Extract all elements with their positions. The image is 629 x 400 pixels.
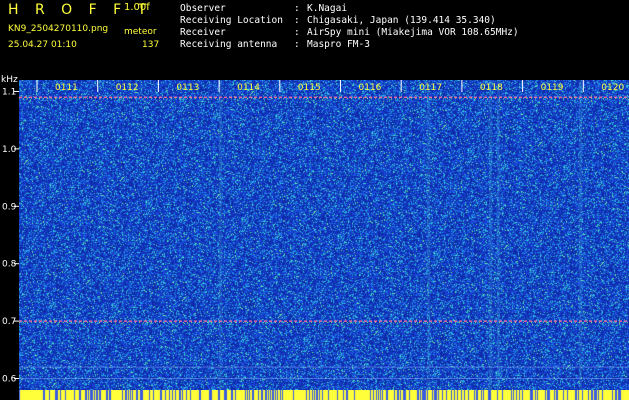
- y-axis-area: [0, 90, 19, 400]
- info-colon: :: [294, 39, 300, 50]
- detection-bar: [19, 390, 629, 400]
- info-colon: :: [294, 3, 300, 14]
- info-value: AirSpy mini (Miakejima VOR 108.65MHz): [307, 27, 519, 38]
- y-axis-unit: kHz: [1, 75, 18, 85]
- timestamp-label: 25.04.27 01:10: [8, 40, 77, 50]
- meteor-count: 137: [142, 40, 160, 50]
- info-colon: :: [294, 15, 300, 26]
- info-key: Observer: [180, 3, 226, 14]
- header: H R O F F T 1.00f KN9_2504270110.png met…: [0, 0, 629, 80]
- info-key: Receiving antenna: [180, 39, 278, 50]
- info-value: Maspro FM-3: [307, 39, 370, 50]
- info-key: Receiver: [180, 27, 226, 38]
- filename-label: KN9_2504270110.png: [8, 24, 109, 34]
- version-label: 1.00f: [124, 2, 150, 13]
- info-key: Receiving Location: [180, 15, 283, 26]
- info-colon: :: [294, 27, 300, 38]
- info-value: K.Nagai: [307, 3, 348, 14]
- meteor-label: meteor: [124, 27, 157, 37]
- spectrogram-canvas: [19, 80, 629, 390]
- info-value: Chigasaki, Japan (139.414 35.340): [307, 15, 496, 26]
